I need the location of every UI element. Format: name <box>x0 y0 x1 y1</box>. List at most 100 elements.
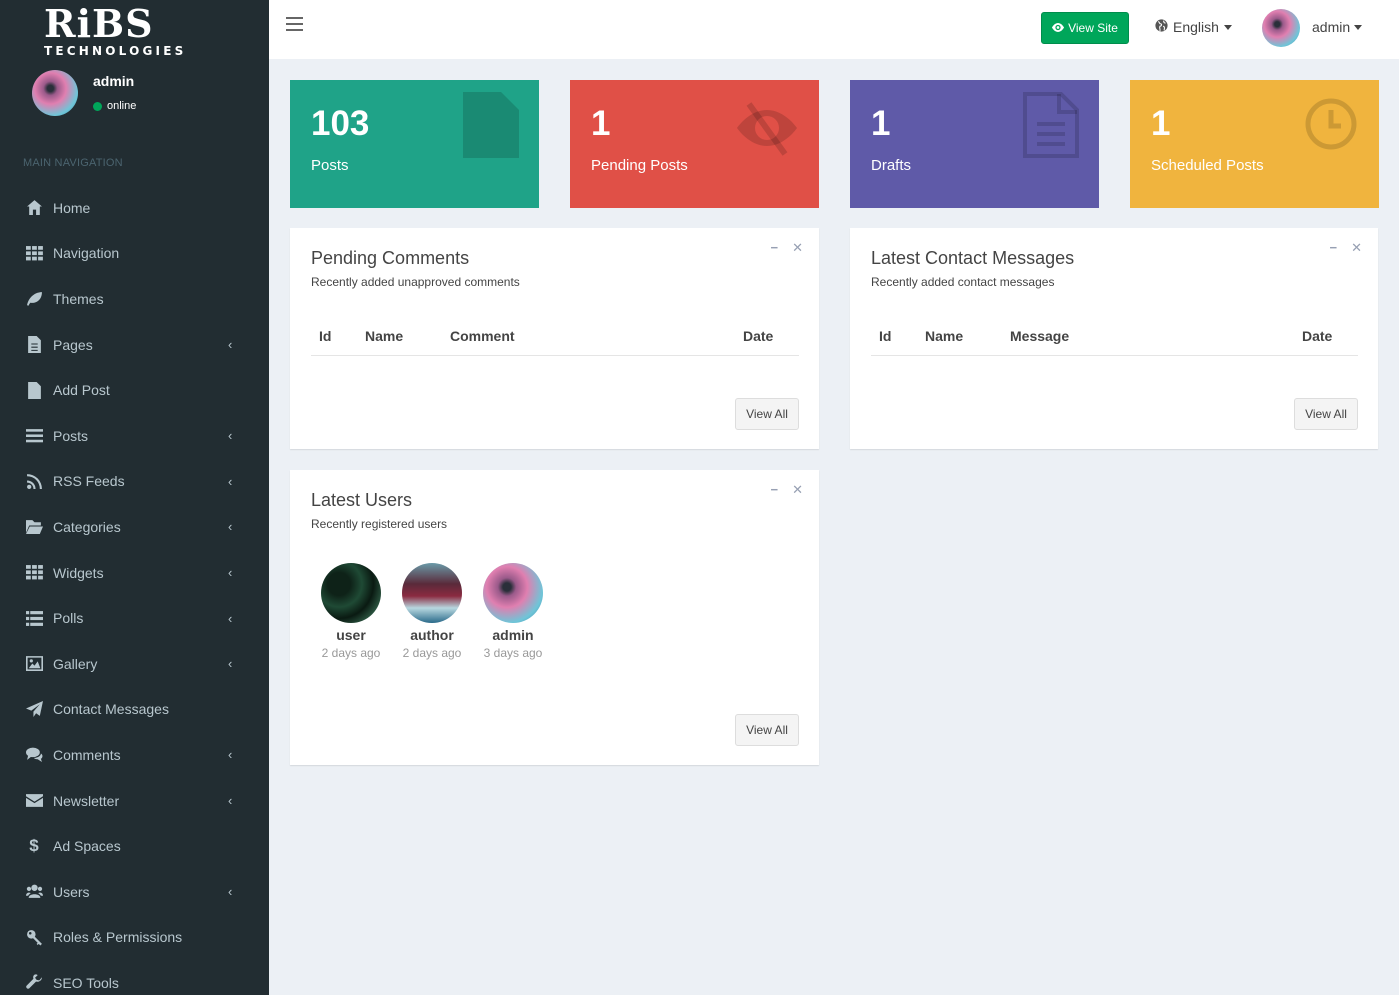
sidebar-item-contact-messages[interactable]: Contact Messages <box>0 687 269 733</box>
contact-messages-table-header: Id Name Message Date <box>871 326 1358 356</box>
column-header-date: Date <box>743 328 774 344</box>
sidebar-item-navigation[interactable]: Navigation <box>0 231 269 277</box>
sidebar-item-label: Contact Messages <box>53 701 169 718</box>
box-subtitle: Recently added contact messages <box>871 275 1055 289</box>
sidebar-item-newsletter[interactable]: Newsletter ‹ <box>0 778 269 824</box>
eye-icon <box>1052 21 1065 35</box>
chevron-left-icon: ‹ <box>228 793 233 809</box>
sidebar-item-polls[interactable]: Polls ‹ <box>0 595 269 641</box>
language-dropdown[interactable]: English <box>1155 19 1232 35</box>
list-icon <box>25 609 43 627</box>
box-title: Latest Users <box>311 490 413 510</box>
view-all-button[interactable]: View All <box>1294 398 1358 430</box>
file-text-icon <box>25 336 43 354</box>
box-tools: − ✕ <box>1330 240 1363 256</box>
sidebar-nav: Home Navigation Themes Pages ‹ Add Post … <box>0 185 269 995</box>
sidebar-item-comments[interactable]: Comments ‹ <box>0 732 269 778</box>
sidebar-item-posts[interactable]: Posts ‹ <box>0 413 269 459</box>
pending-comments-box: Pending Comments Recently added unapprov… <box>290 228 819 449</box>
file-icon <box>463 92 519 158</box>
sidebar-item-label: Themes <box>53 290 104 307</box>
sidebar-item-categories[interactable]: Categories ‹ <box>0 504 269 550</box>
user-card[interactable]: author 2 days ago <box>400 563 464 660</box>
stat-label: Drafts <box>871 157 912 174</box>
file-icon <box>25 381 43 399</box>
sidebar-item-label: Comments <box>53 746 121 763</box>
collapse-icon[interactable]: − <box>771 482 779 498</box>
user-menu-dropdown[interactable]: admin <box>1312 19 1363 35</box>
column-header-name: Name <box>925 328 964 344</box>
top-navbar: View Site English admin <box>269 0 1399 59</box>
sidebar-item-roles-permissions[interactable]: Roles & Permissions <box>0 915 269 961</box>
chevron-left-icon: ‹ <box>228 337 233 353</box>
view-all-button[interactable]: View All <box>735 714 799 746</box>
user-card[interactable]: user 2 days ago <box>319 563 383 660</box>
view-all-button[interactable]: View All <box>735 398 799 430</box>
collapse-icon[interactable]: − <box>771 240 779 256</box>
users-icon <box>25 883 43 901</box>
box-tools: − ✕ <box>771 482 804 498</box>
sidebar: RiBS TECHNOLOGIES admin online MAIN NAVI… <box>0 0 269 995</box>
envelope-icon <box>25 792 43 810</box>
collapse-icon[interactable]: − <box>1330 240 1338 256</box>
column-header-message: Message <box>1010 328 1070 344</box>
stat-box-drafts[interactable]: 1 Drafts <box>850 80 1099 208</box>
sidebar-item-label: Categories <box>53 518 121 535</box>
paper-plane-icon <box>25 700 43 718</box>
box-subtitle: Recently registered users <box>311 517 448 531</box>
stat-value: 1 <box>1151 104 1171 143</box>
sidebar-item-seo-tools[interactable]: SEO Tools <box>0 960 269 995</box>
close-icon[interactable]: ✕ <box>792 240 803 256</box>
chevron-left-icon: ‹ <box>228 519 233 535</box>
column-header-comment: Comment <box>450 328 515 344</box>
chevron-left-icon: ‹ <box>228 473 233 489</box>
sidebar-item-rss-feeds[interactable]: RSS Feeds ‹ <box>0 459 269 505</box>
sidebar-item-users[interactable]: Users ‹ <box>0 869 269 915</box>
top-user-avatar[interactable] <box>1262 9 1300 47</box>
user-card[interactable]: admin 3 days ago <box>481 563 545 660</box>
stat-value: 1 <box>591 104 611 143</box>
user-panel-name: admin <box>93 73 135 89</box>
sidebar-item-gallery[interactable]: Gallery ‹ <box>0 641 269 687</box>
sidebar-item-ad-spaces[interactable]: $ Ad Spaces <box>0 823 269 869</box>
sidebar-item-label: SEO Tools <box>53 974 119 991</box>
brand-logo[interactable]: RiBS TECHNOLOGIES <box>0 0 200 60</box>
user-avatar[interactable] <box>483 563 543 623</box>
key-icon <box>25 928 43 946</box>
leaf-icon <box>25 290 43 308</box>
user-name[interactable]: author <box>400 627 464 643</box>
close-icon[interactable]: ✕ <box>792 482 803 498</box>
sidebar-item-pages[interactable]: Pages ‹ <box>0 322 269 368</box>
bars-icon <box>25 427 43 445</box>
eye-slash-icon <box>735 92 799 158</box>
close-icon[interactable]: ✕ <box>1351 240 1362 256</box>
pending-comments-table-header: Id Name Comment Date <box>311 326 799 356</box>
comments-icon <box>25 746 43 764</box>
sidebar-toggle-icon[interactable] <box>286 17 303 31</box>
user-name[interactable]: user <box>319 627 383 643</box>
user-avatar[interactable] <box>321 563 381 623</box>
stat-box-pending-posts[interactable]: 1 Pending Posts <box>570 80 819 208</box>
sidebar-item-label: Roles & Permissions <box>53 929 183 946</box>
stat-label: Pending Posts <box>591 157 688 174</box>
user-name[interactable]: admin <box>481 627 545 643</box>
column-header-id: Id <box>319 328 332 344</box>
stat-value: 103 <box>311 104 370 143</box>
sidebar-item-add-post[interactable]: Add Post <box>0 367 269 413</box>
chevron-left-icon: ‹ <box>228 747 233 763</box>
sidebar-item-widgets[interactable]: Widgets ‹ <box>0 550 269 596</box>
user-avatar[interactable] <box>402 563 462 623</box>
home-icon <box>25 199 43 217</box>
rss-icon <box>25 472 43 490</box>
chevron-left-icon: ‹ <box>228 884 233 900</box>
stat-box-scheduled-posts[interactable]: 1 Scheduled Posts <box>1130 80 1379 208</box>
grid-icon <box>25 244 43 262</box>
sidebar-item-themes[interactable]: Themes <box>0 276 269 322</box>
stat-box-posts[interactable]: 103 Posts <box>290 80 539 208</box>
view-site-button[interactable]: View Site <box>1041 12 1129 44</box>
sidebar-item-home[interactable]: Home <box>0 185 269 231</box>
sidebar-item-label: Gallery <box>53 655 98 672</box>
stat-value: 1 <box>871 104 891 143</box>
column-header-date: Date <box>1302 328 1333 344</box>
folder-open-icon <box>25 518 43 536</box>
